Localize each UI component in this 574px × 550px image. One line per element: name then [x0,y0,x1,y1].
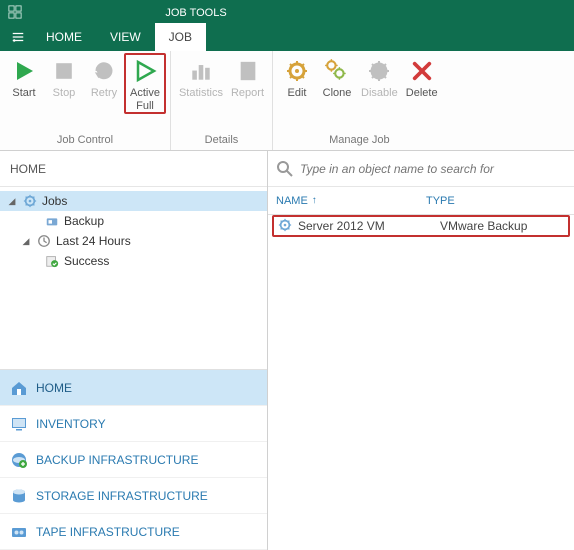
ribbon: Start Stop Retry ActiveFull Job Control … [0,51,574,151]
search-icon [276,160,294,178]
table-row[interactable]: Server 2012 VM VMware Backup [272,215,570,237]
clone-button[interactable]: Clone [317,53,357,100]
home-icon [10,379,28,397]
column-label: TYPE [426,195,455,207]
right-pane: NAME ↑ TYPE Server 2012 VM VMware Backup [268,151,574,550]
nav-section: HOME INVENTORY BACKUP INFRASTRUCTURE STO… [0,369,267,550]
jobs-icon [22,193,38,209]
clone-label: Clone [323,87,352,100]
tree-node-last24[interactable]: ◢ Last 24 Hours [0,231,267,251]
active-full-button[interactable]: ActiveFull [124,53,166,114]
retry-label: Retry [91,87,117,100]
title-bar: JOB TOOLS [0,0,574,23]
tree-node-success[interactable]: Success [0,251,267,271]
inventory-icon [10,415,28,433]
ribbon-group-details: Statistics Report Details [171,51,273,150]
left-pane: HOME ◢ Jobs Backup ◢ Last 24 Hours Succe… [0,151,268,550]
start-button[interactable]: Start [4,53,44,100]
search-bar [268,151,574,187]
expand-arrow-icon: ◢ [20,236,32,247]
sort-asc-icon: ↑ [312,195,317,206]
stop-icon [50,57,78,85]
column-header-type[interactable]: TYPE [426,195,566,207]
breadcrumb: HOME [0,151,267,187]
statistics-button[interactable]: Statistics [175,53,227,100]
disable-label: Disable [361,87,398,100]
start-label: Start [12,87,35,100]
play-icon [10,57,38,85]
ribbon-group-jobcontrol: Start Stop Retry ActiveFull Job Control [0,51,171,150]
contextual-tab-jobtools: JOB TOOLS [160,0,232,23]
delete-button[interactable]: Delete [402,53,442,100]
tab-job[interactable]: JOB [155,23,206,51]
search-input[interactable] [300,162,566,176]
tab-home[interactable]: HOME [32,23,96,51]
nav-label: INVENTORY [36,417,106,431]
nav-label: TAPE INFRASTRUCTURE [36,525,180,539]
nav-label: BACKUP INFRASTRUCTURE [36,453,198,467]
edit-label: Edit [288,87,307,100]
edit-button[interactable]: Edit [277,53,317,100]
tape-infra-icon [10,523,28,541]
nav-storage-infra[interactable]: STORAGE INFRASTRUCTURE [0,478,267,514]
stop-button[interactable]: Stop [44,53,84,100]
report-button[interactable]: Report [227,53,268,100]
group-label-jobcontrol: Job Control [4,132,166,150]
edit-icon [283,57,311,85]
tree-label: Success [64,254,109,268]
cell-type: VMware Backup [440,219,564,233]
file-menu-button[interactable] [4,23,32,51]
clock-icon [36,233,52,249]
navigation-tree: ◢ Jobs Backup ◢ Last 24 Hours Success [0,187,267,369]
retry-button[interactable]: Retry [84,53,124,100]
statistics-icon [187,57,215,85]
delete-label: Delete [406,87,438,100]
job-item-icon [278,218,294,234]
active-full-label: ActiveFull [130,87,160,112]
tree-label: Jobs [42,194,67,208]
tree-node-jobs[interactable]: ◢ Jobs [0,191,267,211]
group-label-details: Details [175,132,268,150]
nav-backup-infra[interactable]: BACKUP INFRASTRUCTURE [0,442,267,478]
table-header: NAME ↑ TYPE [268,187,574,215]
nav-home[interactable]: HOME [0,370,267,406]
stop-label: Stop [53,87,76,100]
active-full-icon [131,57,159,85]
retry-icon [90,57,118,85]
nav-tape-infra[interactable]: TAPE INFRASTRUCTURE [0,514,267,550]
disable-button[interactable]: Disable [357,53,402,100]
column-header-name[interactable]: NAME ↑ [276,195,426,207]
tree-label: Last 24 Hours [56,234,131,248]
tree-label: Backup [64,214,104,228]
backup-icon [44,213,60,229]
statistics-label: Statistics [179,87,223,100]
nav-label: HOME [36,381,72,395]
backup-infra-icon [10,451,28,469]
cell-name: Server 2012 VM [298,219,440,233]
success-icon [44,253,60,269]
report-icon [234,57,262,85]
app-icon [0,0,30,23]
expand-arrow-icon: ◢ [6,196,18,207]
group-label-managejob: Manage Job [277,132,442,150]
column-label: NAME [276,195,308,207]
disable-icon [365,57,393,85]
menu-tabs: HOME VIEW JOB [0,23,574,51]
clone-icon [323,57,351,85]
delete-icon [408,57,436,85]
tab-view[interactable]: VIEW [96,23,155,51]
nav-inventory[interactable]: INVENTORY [0,406,267,442]
report-label: Report [231,87,264,100]
tree-node-backup[interactable]: Backup [0,211,267,231]
storage-infra-icon [10,487,28,505]
nav-label: STORAGE INFRASTRUCTURE [36,489,208,503]
ribbon-group-managejob: Edit Clone Disable Delete Manage Job [273,51,446,150]
